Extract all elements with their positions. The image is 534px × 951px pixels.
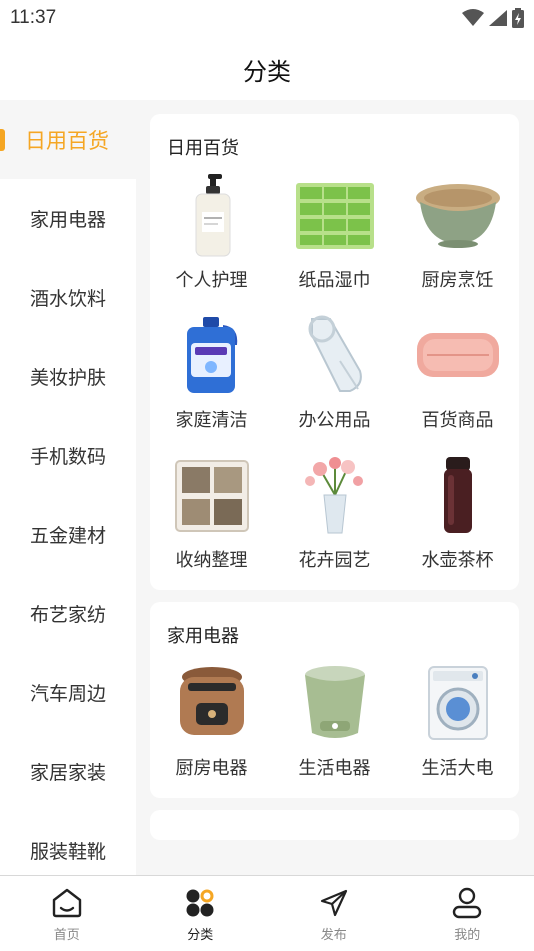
sidebar-item-auto[interactable]: 汽车周边 [0, 653, 136, 732]
subcategory-kitchen-appliances[interactable]: 厨房电器 [150, 658, 273, 780]
subcategory-grid: 厨房电器 生活电器 生活大电 [150, 658, 519, 780]
category-content[interactable]: 日用百货 家用电器 酒水饮料 美妆护肤 手机数码 五金建材 布艺家纺 汽车周边 … [0, 100, 534, 875]
sidebar-item-apparel[interactable]: 服装鞋靴 [0, 811, 136, 875]
tab-label: 发布 [320, 928, 347, 943]
battery-icon [512, 8, 524, 32]
user-icon [450, 886, 484, 920]
subcategory-office-supplies[interactable]: 办公用品 [273, 310, 396, 432]
flower-vase-icon [290, 450, 380, 540]
signal-icon [488, 9, 508, 31]
section-title: 日用百货 [167, 138, 239, 159]
tab-category[interactable]: 分类 [134, 876, 268, 951]
tab-home[interactable]: 首页 [0, 876, 134, 951]
storage-box-icon [167, 450, 257, 540]
washing-machine-icon [413, 658, 503, 748]
subcategory-label: 收纳整理 [175, 550, 248, 571]
home-icon [50, 886, 84, 920]
status-icons [462, 8, 524, 32]
subcategory-gardening[interactable]: 花卉园艺 [273, 450, 396, 572]
colander-icon [413, 170, 503, 260]
section-card-next [150, 810, 519, 840]
rice-cooker-icon [167, 658, 257, 748]
subcategory-living-appliances[interactable]: 生活电器 [273, 658, 396, 780]
tissue-boxes-icon [290, 170, 380, 260]
subcategory-label: 纸品湿巾 [298, 270, 371, 291]
status-bar: 11:37 [0, 0, 534, 38]
towel-icon [413, 310, 503, 400]
category-icon [183, 886, 217, 920]
page-title: 分类 [243, 58, 291, 86]
subcategory-label: 百货商品 [421, 410, 494, 431]
tab-label: 我的 [454, 928, 481, 943]
pump-bottle-icon [167, 170, 257, 260]
tape-roll-icon [290, 310, 380, 400]
subcategory-label: 办公用品 [298, 410, 371, 431]
category-sidebar[interactable]: 日用百货 家用电器 酒水饮料 美妆护肤 手机数码 五金建材 布艺家纺 汽车周边 … [0, 100, 136, 875]
sidebar-item-digital[interactable]: 手机数码 [0, 416, 136, 495]
category-main[interactable]: 日用百货 个人护理 纸品湿巾 厨房烹饪 家庭清洁 办公用品 百货商品 收纳整理 … [150, 114, 519, 852]
subcategory-storage[interactable]: 收纳整理 [150, 450, 273, 572]
detergent-bottle-icon [167, 310, 257, 400]
subcategory-house-cleaning[interactable]: 家庭清洁 [150, 310, 273, 432]
tab-publish[interactable]: 发布 [267, 876, 401, 951]
subcategory-tissues[interactable]: 纸品湿巾 [273, 170, 396, 292]
sidebar-item-textiles[interactable]: 布艺家纺 [0, 574, 136, 653]
subcategory-label: 家庭清洁 [175, 410, 248, 431]
thermos-icon [413, 450, 503, 540]
subcategory-label: 厨房电器 [175, 758, 248, 779]
subcategory-label: 生活电器 [298, 758, 371, 779]
subcategory-label: 厨房烹饪 [421, 270, 494, 291]
subcategory-kitchen-cooking[interactable]: 厨房烹饪 [396, 170, 519, 292]
sidebar-item-daily-goods[interactable]: 日用百货 [0, 100, 136, 179]
sidebar-item-home-appliances[interactable]: 家用电器 [0, 179, 136, 258]
subcategory-grid: 个人护理 纸品湿巾 厨房烹饪 家庭清洁 办公用品 百货商品 收纳整理 花卉园艺 … [150, 170, 519, 572]
subcategory-personal-care[interactable]: 个人护理 [150, 170, 273, 292]
sidebar-item-hardware[interactable]: 五金建材 [0, 495, 136, 574]
bottom-tab-bar: 首页 分类 发布 我的 [0, 875, 534, 951]
wifi-icon [462, 9, 484, 31]
tab-label: 首页 [53, 928, 80, 943]
sidebar-item-beauty[interactable]: 美妆护肤 [0, 337, 136, 416]
sidebar-item-home-decor[interactable]: 家居家装 [0, 732, 136, 811]
subcategory-label: 生活大电 [421, 758, 494, 779]
tab-mine[interactable]: 我的 [401, 876, 534, 951]
subcategory-label: 个人护理 [175, 270, 248, 291]
subcategory-label: 花卉园艺 [298, 550, 371, 571]
page-header: 分类 [0, 38, 534, 100]
folding-washer-icon [290, 658, 380, 748]
section-title: 家用电器 [167, 626, 239, 647]
send-icon [317, 886, 351, 920]
sidebar-item-beverages[interactable]: 酒水饮料 [0, 258, 136, 337]
subcategory-major-appliances[interactable]: 生活大电 [396, 658, 519, 780]
tab-label: 分类 [187, 928, 214, 943]
subcategory-kettles-cups[interactable]: 水壶茶杯 [396, 450, 519, 572]
subcategory-label: 水壶茶杯 [421, 550, 494, 571]
subcategory-general-goods[interactable]: 百货商品 [396, 310, 519, 432]
status-time: 11:37 [10, 7, 57, 28]
section-card-daily-goods: 日用百货 个人护理 纸品湿巾 厨房烹饪 家庭清洁 办公用品 百货商品 收纳整理 … [150, 114, 519, 590]
section-card-home-appliances: 家用电器 厨房电器 生活电器 生活大电 [150, 602, 519, 798]
